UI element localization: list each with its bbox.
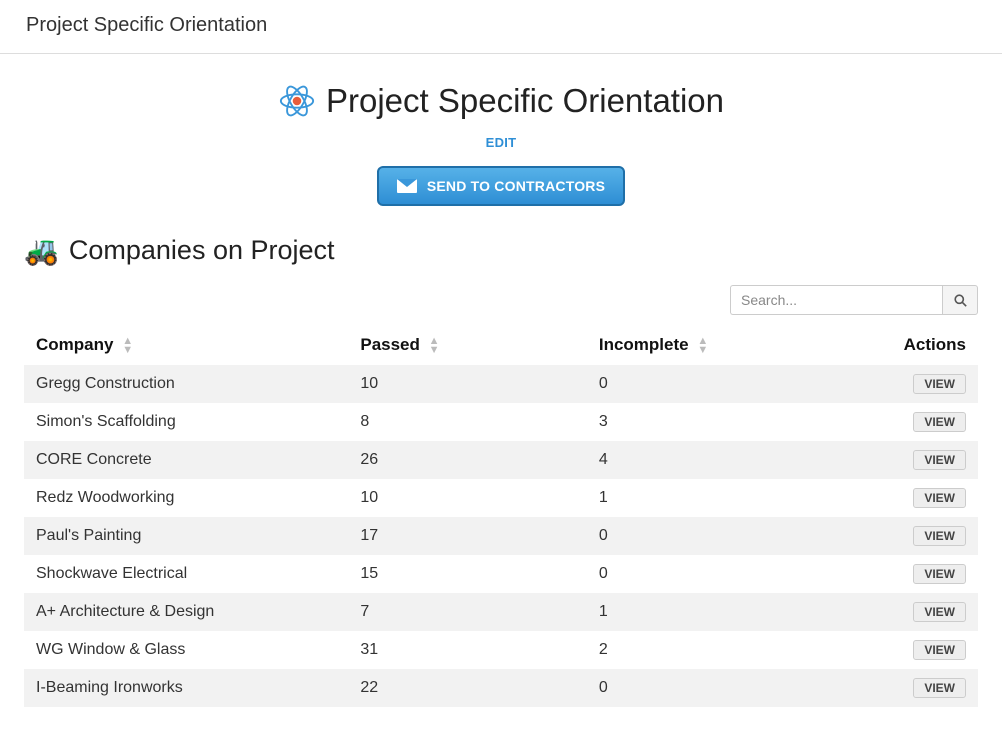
- view-button[interactable]: VIEW: [913, 602, 966, 622]
- sort-icon: ▲▼: [429, 337, 440, 355]
- col-header-actions: Actions: [825, 327, 978, 365]
- view-button[interactable]: VIEW: [913, 412, 966, 432]
- table-row: Redz Woodworking101 VIEW: [24, 479, 978, 517]
- page-header: Project Specific Orientation EDIT SEND T…: [24, 82, 978, 206]
- view-button[interactable]: VIEW: [913, 564, 966, 584]
- cell-passed: 8: [348, 403, 587, 441]
- section-heading: 🚜 Companies on Project: [24, 234, 978, 267]
- send-to-contractors-button[interactable]: SEND TO CONTRACTORS: [377, 166, 625, 206]
- section-heading-text: Companies on Project: [69, 235, 335, 266]
- view-button[interactable]: VIEW: [913, 678, 966, 698]
- cell-passed: 31: [348, 631, 587, 669]
- cell-actions: VIEW: [825, 593, 978, 631]
- col-header-incomplete[interactable]: Incomplete ▲▼: [587, 327, 826, 365]
- table-header-row: Company ▲▼ Passed ▲▼ Incomplete ▲▼ Actio…: [24, 327, 978, 365]
- view-button[interactable]: VIEW: [913, 488, 966, 508]
- main-content: Project Specific Orientation EDIT SEND T…: [0, 54, 1002, 707]
- cell-company: Gregg Construction: [24, 365, 348, 403]
- view-button[interactable]: VIEW: [913, 526, 966, 546]
- cell-incomplete: 0: [587, 555, 826, 593]
- cell-incomplete: 1: [587, 593, 826, 631]
- col-header-passed[interactable]: Passed ▲▼: [348, 327, 587, 365]
- sort-icon: ▲▼: [122, 337, 133, 355]
- search-button[interactable]: [942, 285, 978, 315]
- cell-actions: VIEW: [825, 365, 978, 403]
- table-row: Gregg Construction100 VIEW: [24, 365, 978, 403]
- view-button[interactable]: VIEW: [913, 374, 966, 394]
- cell-actions: VIEW: [825, 403, 978, 441]
- table-row: Shockwave Electrical150 VIEW: [24, 555, 978, 593]
- view-button[interactable]: VIEW: [913, 640, 966, 660]
- cell-company: Paul's Painting: [24, 517, 348, 555]
- cell-actions: VIEW: [825, 555, 978, 593]
- page-title-text: Project Specific Orientation: [326, 82, 724, 120]
- table-row: WG Window & Glass312 VIEW: [24, 631, 978, 669]
- cell-passed: 10: [348, 365, 587, 403]
- tractor-icon: 🚜: [24, 234, 59, 267]
- cell-actions: VIEW: [825, 669, 978, 707]
- cell-company: CORE Concrete: [24, 441, 348, 479]
- cell-actions: VIEW: [825, 479, 978, 517]
- cell-company: Redz Woodworking: [24, 479, 348, 517]
- cell-incomplete: 0: [587, 365, 826, 403]
- col-header-company[interactable]: Company ▲▼: [24, 327, 348, 365]
- cell-actions: VIEW: [825, 517, 978, 555]
- atom-icon: [278, 82, 316, 120]
- search-input[interactable]: [730, 285, 942, 315]
- cell-incomplete: 3: [587, 403, 826, 441]
- search-row: [24, 285, 978, 315]
- table-row: Simon's Scaffolding83 VIEW: [24, 403, 978, 441]
- cell-company: I-Beaming Ironworks: [24, 669, 348, 707]
- companies-table: Company ▲▼ Passed ▲▼ Incomplete ▲▼ Actio…: [24, 327, 978, 707]
- table-row: Paul's Painting170 VIEW: [24, 517, 978, 555]
- cell-passed: 10: [348, 479, 587, 517]
- cell-company: WG Window & Glass: [24, 631, 348, 669]
- sort-icon: ▲▼: [697, 337, 708, 355]
- cell-passed: 26: [348, 441, 587, 479]
- cell-incomplete: 1: [587, 479, 826, 517]
- search-icon: [954, 294, 967, 307]
- cell-actions: VIEW: [825, 631, 978, 669]
- cell-incomplete: 4: [587, 441, 826, 479]
- send-button-label: SEND TO CONTRACTORS: [427, 178, 605, 194]
- breadcrumb-title: Project Specific Orientation: [26, 14, 267, 36]
- edit-link[interactable]: EDIT: [24, 135, 978, 150]
- cell-passed: 7: [348, 593, 587, 631]
- mail-icon: [397, 179, 417, 193]
- cell-company: Shockwave Electrical: [24, 555, 348, 593]
- cell-company: A+ Architecture & Design: [24, 593, 348, 631]
- cell-passed: 15: [348, 555, 587, 593]
- table-row: CORE Concrete264 VIEW: [24, 441, 978, 479]
- cell-incomplete: 0: [587, 669, 826, 707]
- cell-actions: VIEW: [825, 441, 978, 479]
- table-row: I-Beaming Ironworks220 VIEW: [24, 669, 978, 707]
- table-row: A+ Architecture & Design71 VIEW: [24, 593, 978, 631]
- view-button[interactable]: VIEW: [913, 450, 966, 470]
- cell-passed: 17: [348, 517, 587, 555]
- cell-incomplete: 2: [587, 631, 826, 669]
- breadcrumb: Project Specific Orientation: [0, 0, 1002, 54]
- cell-incomplete: 0: [587, 517, 826, 555]
- cell-company: Simon's Scaffolding: [24, 403, 348, 441]
- page-title: Project Specific Orientation: [278, 82, 724, 120]
- cell-passed: 22: [348, 669, 587, 707]
